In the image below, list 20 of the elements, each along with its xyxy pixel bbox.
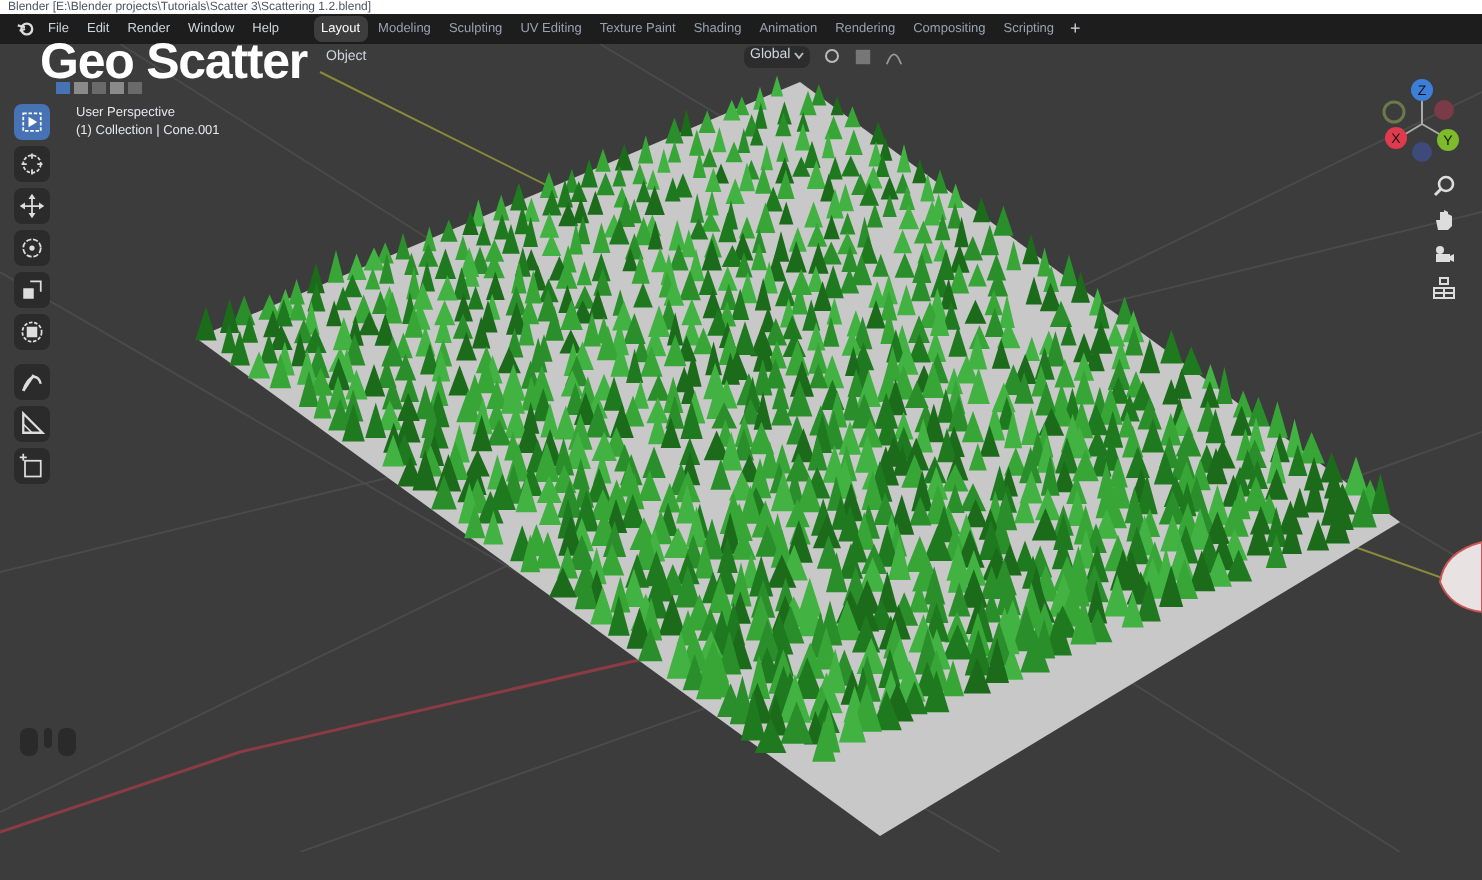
add-tool-icon[interactable] [14, 448, 50, 484]
scale-tool-icon[interactable] [14, 272, 50, 308]
blender-logo-icon[interactable] [16, 20, 34, 38]
transform-tool-icon[interactable] [14, 314, 50, 350]
snap-icon[interactable] [854, 47, 873, 66]
partial-object-drawing [1439, 541, 1482, 613]
annotate-tool-icon[interactable] [14, 364, 50, 400]
hand-icon[interactable] [1432, 208, 1456, 232]
add-workspace-button[interactable]: + [1064, 20, 1087, 38]
caret-icon [794, 52, 805, 61]
grid-icon[interactable] [1432, 276, 1456, 300]
measure-tool-icon[interactable] [14, 406, 50, 442]
move-tool-icon[interactable] [14, 188, 50, 224]
overlay-title: Geo Scatter [40, 46, 307, 80]
select-tool-icon[interactable] [14, 104, 50, 140]
camera-icon[interactable] [1432, 242, 1456, 266]
zoom-icon[interactable] [1432, 174, 1456, 198]
pivot-icon[interactable] [822, 46, 843, 67]
cursor-tool-icon[interactable] [14, 146, 50, 182]
rotate-tool-icon[interactable] [14, 230, 50, 266]
